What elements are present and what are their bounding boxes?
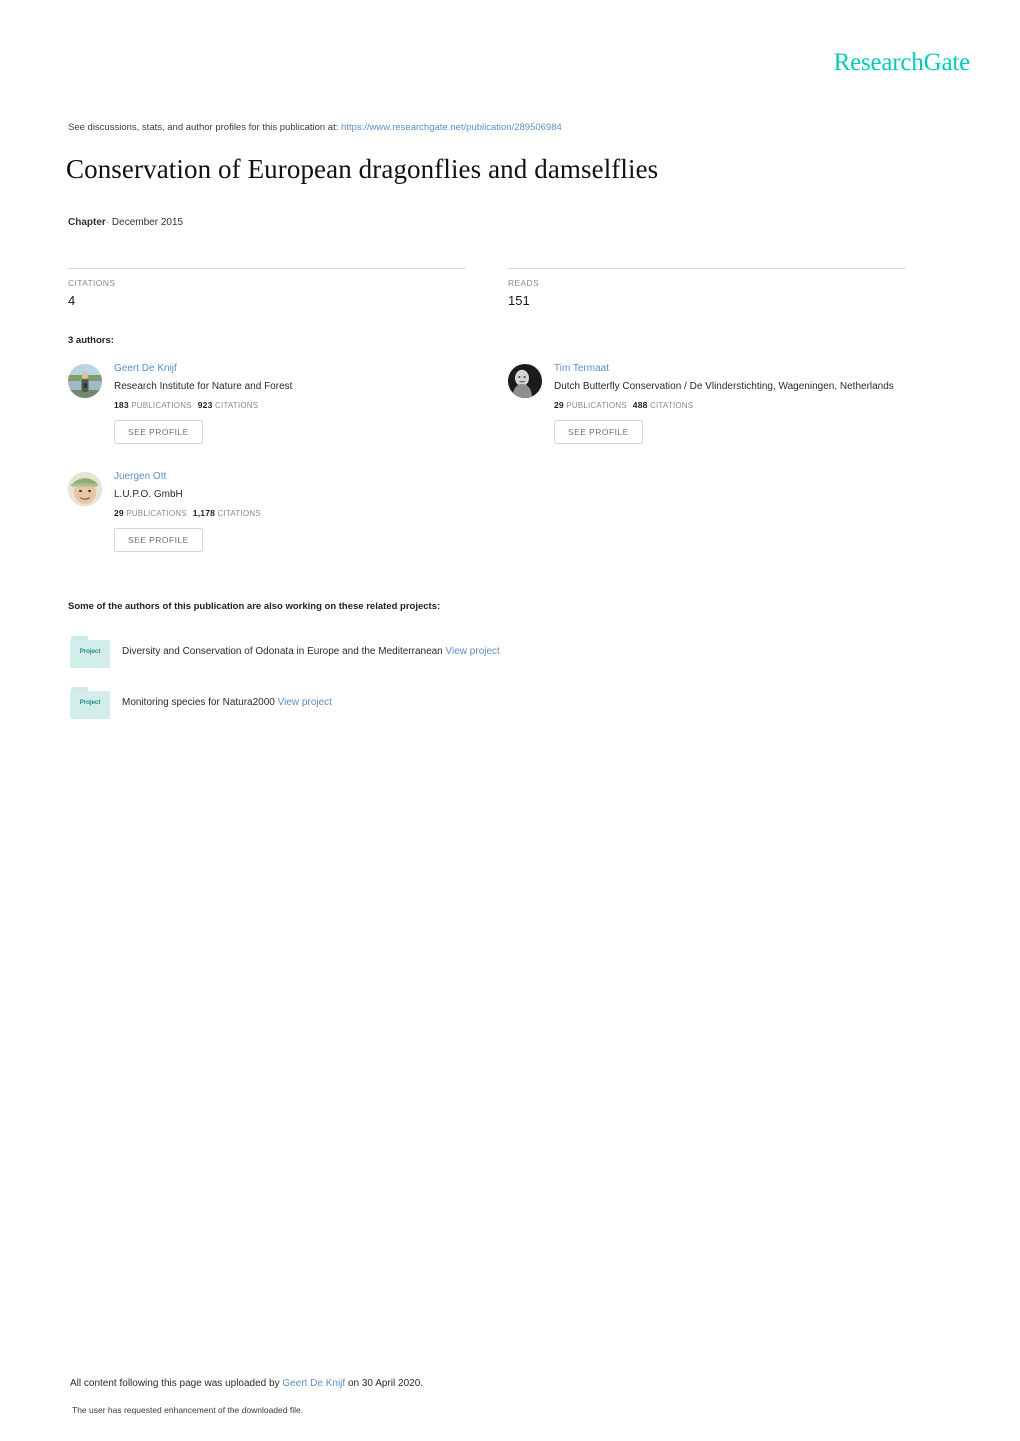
author-card: Tim Termaat Dutch Butterfly Conservation…: [508, 363, 938, 444]
project-title: Monitoring species for Natura2000: [122, 697, 275, 708]
upload-prefix-text: All content following this page was uplo…: [70, 1378, 280, 1389]
project-folder-icon: Project: [70, 687, 110, 719]
author-citations-count: 923: [197, 400, 213, 410]
citations-label: CITATIONS: [68, 278, 116, 288]
folder-label: Project: [79, 648, 101, 655]
publications-label: PUBLICATIONS: [566, 401, 627, 410]
citations-label-inline: CITATIONS: [217, 509, 261, 518]
avatar[interactable]: [68, 472, 102, 506]
project-folder-icon: Project: [70, 636, 110, 668]
author-details: Tim Termaat Dutch Butterfly Conservation…: [554, 363, 938, 444]
avatar[interactable]: [68, 364, 102, 398]
author-details: Geert De Knijf Research Institute for Na…: [114, 363, 498, 444]
author-publications-count: 183: [114, 400, 129, 410]
publication-type-line: Chapter· December 2015: [68, 217, 183, 228]
upload-suffix-text: on 30 April 2020.: [347, 1378, 424, 1389]
publications-label: PUBLICATIONS: [126, 509, 187, 518]
avatar-image-tim: [508, 364, 542, 398]
see-profile-button[interactable]: SEE PROFILE: [114, 528, 203, 552]
publication-separator: ·: [105, 217, 110, 228]
author-card: Juergen Ott L.U.P.O. GmbH 29 PUBLICATION…: [68, 471, 498, 552]
author-name-link[interactable]: Geert De Knijf: [114, 363, 498, 376]
author-name-link[interactable]: Tim Termaat: [554, 363, 938, 376]
author-metrics: 29 PUBLICATIONS 488 CITATIONS: [554, 400, 938, 410]
author-citations-count: 1,178: [192, 508, 216, 518]
author-affiliation: Dutch Butterfly Conservation / De Vlinde…: [554, 380, 894, 392]
project-text: Diversity and Conservation of Odonata in…: [122, 646, 500, 657]
citations-label-inline: CITATIONS: [650, 401, 694, 410]
discussion-prefix-text: See discussions, stats, and author profi…: [68, 122, 339, 133]
author-citations-count: 488: [632, 400, 648, 410]
see-profile-button[interactable]: SEE PROFILE: [114, 420, 203, 444]
author-affiliation: Research Institute for Nature and Forest: [114, 380, 293, 392]
related-projects-heading: Some of the authors of this publication …: [68, 601, 441, 612]
avatar[interactable]: [508, 364, 542, 398]
publication-type: Chapter: [68, 217, 106, 228]
author-metrics: 183 PUBLICATIONS 923 CITATIONS: [114, 400, 498, 410]
see-profile-button[interactable]: SEE PROFILE: [554, 420, 643, 444]
avatar-image-geert: [68, 364, 102, 398]
page-title: Conservation of European dragonflies and…: [66, 154, 659, 184]
list-item: Project Monitoring species for Natura200…: [70, 687, 770, 723]
avatar-image-juergen: [68, 472, 102, 506]
authors-heading: 3 authors:: [68, 335, 114, 346]
author-publications-count: 29: [114, 508, 124, 518]
author-metrics: 29 PUBLICATIONS 1,178 CITATIONS: [114, 508, 498, 518]
citations-label-inline: CITATIONS: [214, 401, 259, 410]
folder-label: Project: [79, 699, 101, 706]
reads-value: 151: [508, 293, 530, 308]
author-card: Geert De Knijf Research Institute for Na…: [68, 363, 498, 444]
view-project-link[interactable]: View project: [446, 646, 500, 657]
publication-url-link[interactable]: https://www.researchgate.net/publication…: [341, 122, 562, 133]
upload-attribution: All content following this page was uplo…: [70, 1378, 423, 1389]
list-item: Project Diversity and Conservation of Od…: [70, 636, 770, 672]
citations-value: 4: [68, 293, 76, 308]
author-name-link[interactable]: Juergen Ott: [114, 471, 498, 484]
view-project-link[interactable]: View project: [278, 697, 332, 708]
stat-citations: CITATIONS 4: [68, 268, 466, 308]
project-title: Diversity and Conservation of Odonata in…: [122, 646, 443, 657]
enhancement-note: The user has requested enhancement of th…: [72, 1405, 304, 1415]
divider-reads: [508, 268, 906, 269]
stat-reads: READS 151: [508, 268, 906, 308]
researchgate-logo[interactable]: ResearchGate: [834, 50, 971, 75]
discussion-line: See discussions, stats, and author profi…: [68, 122, 562, 133]
publications-label: PUBLICATIONS: [131, 401, 192, 410]
uploader-link[interactable]: Geert De Knijf: [282, 1378, 345, 1389]
reads-label: READS: [508, 278, 540, 288]
author-publications-count: 29: [554, 400, 564, 410]
divider-citations: [68, 268, 466, 269]
author-affiliation: L.U.P.O. GmbH: [114, 488, 183, 500]
author-details: Juergen Ott L.U.P.O. GmbH 29 PUBLICATION…: [114, 471, 498, 552]
publication-date: December 2015: [111, 217, 184, 228]
researchgate-cover-page: ResearchGate See discussions, stats, and…: [0, 0, 1020, 1441]
project-text: Monitoring species for Natura2000 View p…: [122, 697, 332, 708]
